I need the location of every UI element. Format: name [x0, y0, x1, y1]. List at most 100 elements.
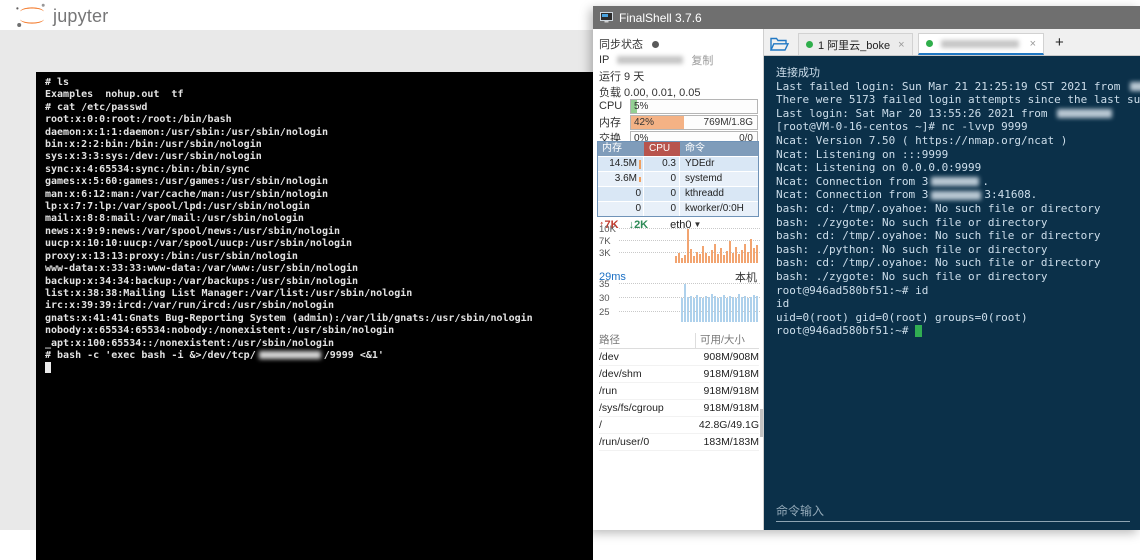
disk-path: /dev/shm	[599, 368, 642, 380]
process-table-header[interactable]: 内存 CPU 命令	[598, 142, 758, 156]
memory-usage-row: 内存 42% 769M/1.8G	[599, 114, 758, 130]
disk-col-path[interactable]: 路径	[599, 333, 695, 348]
finalshell-body: 同步状态 IP 复制 运行 9 天 负载 0.00, 0.01, 0.05 CP…	[593, 29, 1140, 530]
process-row[interactable]: 0 0 kworker/0:0H	[598, 201, 758, 216]
jupyter-logo[interactable]: jupyter	[14, 2, 108, 29]
terminal-line: proxy:x:13:13:proxy:/bin:/usr/sbin/nolog…	[45, 251, 593, 263]
terminal-line: bin:x:2:2:bin:/bin:/usr/sbin/nologin	[45, 139, 593, 151]
terminal-text: gnats:x:41:41:Gnats Bug-Reporting System…	[45, 312, 533, 324]
terminal-text: uid=0(root) gid=0(root) groups=0(root)	[776, 310, 1028, 324]
bar	[735, 247, 737, 263]
disk-path: /run	[599, 385, 618, 397]
open-folder-icon[interactable]	[770, 37, 789, 52]
memory-detail: 769M/1.8G	[703, 116, 753, 128]
copy-ip-button[interactable]: 复制	[691, 52, 713, 68]
process-table[interactable]: 内存 CPU 命令 14.5M 0.3 YDEdr 3.6M 0 systemd 0 0 kth…	[597, 141, 759, 217]
process-command: YDEdr	[685, 158, 715, 169]
process-memory: 0	[598, 187, 644, 201]
disk-row[interactable]: /sys/fs/cgroup 918M/918M	[599, 400, 759, 417]
redacted-text	[1130, 82, 1140, 92]
terminal-text: Last login: Sat Mar 20 13:55:26 2021 fro…	[776, 106, 1055, 120]
command-input[interactable]: 命令输入	[776, 505, 1130, 522]
bar	[687, 297, 689, 322]
bar	[693, 298, 695, 322]
finalshell-window: FinalShell 3.7.6 同步状态 IP 复制 运行 9 天 负载 0.…	[593, 6, 1140, 530]
ping-chart: 35 30 25	[597, 279, 760, 322]
disk-row[interactable]: / 42.8G/49.1G	[599, 417, 759, 434]
bar	[750, 239, 752, 263]
jupyter-terminal[interactable]: # ls Examples nohup.out tf # cat /etc/pass…	[36, 72, 593, 560]
disk-row[interactable]: /run/user/0 183M/183M	[599, 434, 759, 451]
tab-active-session[interactable]: ×	[917, 33, 1045, 55]
bar	[690, 296, 692, 322]
redacted-tab-title	[940, 39, 1019, 48]
bar	[726, 298, 728, 322]
bar	[753, 248, 755, 263]
process-row[interactable]: 14.5M 0.3 YDEdr	[598, 156, 758, 171]
terminal-text: nobody:x:65534:65534:nobody:/nonexistent…	[45, 325, 395, 337]
bar	[675, 256, 677, 263]
process-row[interactable]: 0 0 kthreadd	[598, 186, 758, 201]
disk-table-scrollbar[interactable]	[760, 409, 763, 437]
terminal-text: bash: cd: /tmp/.oyahoe: No such file or …	[776, 201, 1101, 215]
finalshell-titlebar[interactable]: FinalShell 3.7.6	[593, 6, 1140, 29]
terminal-text: # ls	[45, 77, 70, 88]
disk-row[interactable]: /dev/shm 918M/918M	[599, 366, 759, 383]
process-col-cpu[interactable]: CPU	[644, 142, 680, 156]
disk-table[interactable]: 路径 可用/大小 /dev 908M/908M/dev/shm 918M/918M /…	[599, 333, 759, 451]
ssh-terminal[interactable]: 连接成功 Last failed login: Sun Mar 21 21:25:…	[764, 56, 1140, 530]
new-tab-button[interactable]: +	[1055, 34, 1064, 51]
terminal-text: root:x:0:0:root:/root:/bin/bash	[45, 114, 232, 126]
disk-col-size[interactable]: 可用/大小	[695, 333, 759, 348]
bar	[720, 248, 722, 263]
app-icon	[600, 12, 613, 23]
bar	[684, 284, 686, 322]
process-memory: 3.6M	[598, 172, 644, 186]
disk-size: 908M/908M	[703, 351, 759, 363]
terminal-text: irc:x:39:39:ircd:/var/run/ircd:/usr/sbin…	[45, 300, 334, 312]
terminal-line: sys:x:3:3:sys:/dev:/usr/sbin/nologin	[45, 151, 593, 163]
bar	[705, 253, 707, 263]
bar	[741, 250, 743, 263]
bar	[729, 296, 731, 322]
chart-bars	[681, 284, 758, 322]
disk-row[interactable]: /dev 908M/908M	[599, 349, 759, 366]
bar	[720, 297, 722, 322]
bar	[738, 254, 740, 263]
terminal-line: mail:x:8:8:mail:/var/mail:/usr/sbin/nolo…	[45, 213, 593, 225]
cpu-usage-row: CPU 5%	[599, 98, 758, 114]
terminal-text: Examples nohup.out tf	[45, 89, 184, 101]
terminal-line: nobody:x:65534:65534:nobody:/nonexistent…	[45, 325, 593, 337]
y-axis-tick: 10K	[599, 224, 616, 235]
y-axis-tick: 25	[599, 306, 610, 318]
cpu-percent: 5%	[634, 100, 649, 112]
bar	[756, 245, 758, 263]
terminal-text: Ncat: Connection from 3	[776, 188, 929, 202]
process-col-memory[interactable]: 内存	[598, 142, 644, 156]
terminal-text: bash: ./python: No such file or director…	[776, 242, 1048, 256]
disk-table-header[interactable]: 路径 可用/大小	[599, 333, 759, 349]
bar	[687, 229, 689, 263]
cpu-progressbar: 5%	[630, 98, 758, 114]
bar	[699, 254, 701, 263]
terminal-line: 连接成功	[776, 66, 1140, 80]
terminal-line: root:x:0:0:root:/root:/bin/bash	[45, 114, 593, 126]
disk-size: 918M/918M	[703, 385, 759, 397]
bar	[744, 296, 746, 322]
close-tab-icon[interactable]: ×	[1030, 38, 1036, 50]
terminal-line: uucp:x:10:10:uucp:/var/spool/uucp:/usr/s…	[45, 238, 593, 250]
bar	[729, 241, 731, 263]
terminal-text: uucp:x:10:10:uucp:/var/spool/uucp:/usr/s…	[45, 238, 353, 250]
disk-row[interactable]: /run 918M/918M	[599, 383, 759, 400]
close-tab-icon[interactable]: ×	[898, 39, 904, 51]
y-axis-tick: 7K	[599, 236, 611, 248]
process-col-command[interactable]: 命令	[680, 142, 758, 156]
process-row[interactable]: 3.6M 0 systemd	[598, 171, 758, 186]
terminal-text: bash: ./zygote: No such file or director…	[776, 269, 1048, 283]
redacted-text	[1057, 109, 1113, 119]
redacted-text	[931, 190, 982, 200]
bar	[696, 295, 698, 322]
terminal-text: .	[982, 174, 989, 188]
bar	[750, 297, 752, 322]
tab-aliyun-boke[interactable]: 1 阿里云_boke ×	[798, 33, 913, 55]
